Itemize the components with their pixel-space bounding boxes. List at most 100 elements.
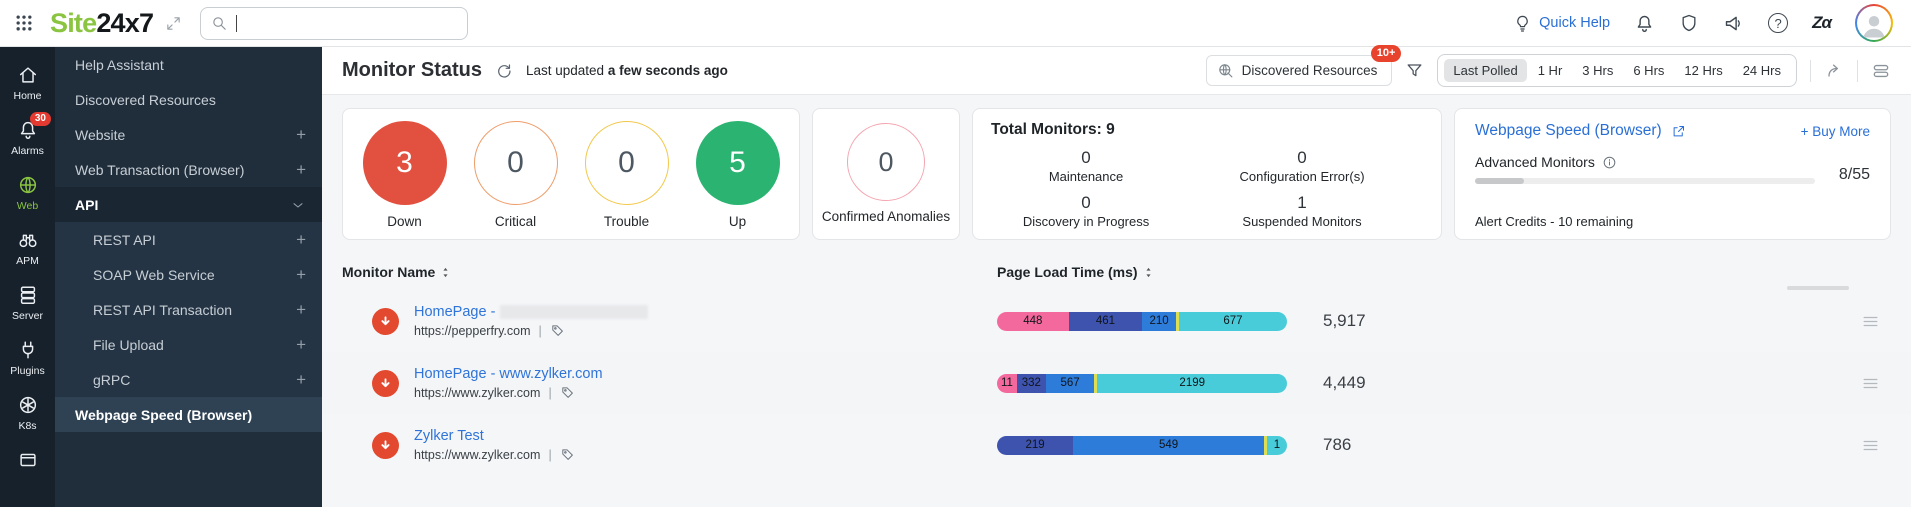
zia-icon[interactable]: Zα	[1812, 13, 1832, 33]
tag-icon[interactable]	[560, 447, 575, 462]
status-critical[interactable]: 0 Critical	[473, 121, 558, 230]
monitor-name-link[interactable]: HomePage - www.zylker.com	[414, 366, 603, 382]
buy-more-link[interactable]: + Buy More	[1801, 124, 1870, 139]
state-label: Discovery in Progress	[1022, 214, 1150, 229]
filter-icon[interactable]	[1405, 61, 1424, 80]
topbar: Site24x7 Quick Help ? Zα	[0, 0, 1911, 47]
status-down[interactable]: 3 Down	[362, 121, 447, 230]
site24x7-logo[interactable]: Site24x7	[50, 8, 154, 39]
sidebar-item-discovered-resources[interactable]: Discovered Resources	[55, 82, 322, 117]
monitor-name-link[interactable]: Zylker Test	[414, 428, 575, 444]
bar-segment-blue: 210	[1142, 311, 1176, 331]
sidebar-item-grpc[interactable]: gRPC +	[55, 362, 322, 397]
separator: |	[538, 323, 542, 338]
add-monitor-plus-icon[interactable]: +	[296, 265, 306, 285]
rail-item-server[interactable]: Server	[0, 275, 55, 330]
sidebar-item-label: API	[75, 196, 99, 213]
time-range-12-hrs[interactable]: 12 Hrs	[1675, 59, 1731, 82]
add-monitor-plus-icon[interactable]: +	[296, 300, 306, 320]
page-load-stacked-bar: 448 461 210 677	[997, 311, 1287, 331]
info-icon[interactable]	[1602, 155, 1617, 170]
hamburger-icon	[1861, 436, 1880, 455]
sidebar-item-webpage-speed-browser[interactable]: Webpage Speed (Browser)	[55, 397, 322, 432]
rail-item-label: Server	[12, 310, 43, 322]
row-menu-button[interactable]	[1849, 374, 1891, 393]
sidebar-item-web-transaction-browser[interactable]: Web Transaction (Browser) +	[55, 152, 322, 187]
monitor-name-cell: HomePage - www.zylker.com https://www.zyl…	[342, 366, 997, 400]
sidebar-item-rest-api-transaction[interactable]: REST API Transaction +	[55, 292, 322, 327]
bar-segment-blue: 549	[1073, 435, 1264, 455]
confirmed-anomalies-card[interactable]: 0 Confirmed Anomalies	[812, 108, 960, 240]
status-trouble[interactable]: 0 Trouble	[584, 121, 669, 230]
monitor-name-cell: HomePage - https://pepperfry.com |	[342, 304, 997, 338]
discovered-resources-button[interactable]: Discovered Resources 10+	[1205, 45, 1402, 86]
tag-icon[interactable]	[560, 385, 575, 400]
sidebar-item-file-upload[interactable]: File Upload +	[55, 327, 322, 362]
status-count-circle: 0	[473, 121, 558, 205]
monitor-state-grid: 0 Maintenance 0 Configuration Error(s) 0 Disc…	[991, 148, 1423, 229]
row-menu-button[interactable]	[1849, 312, 1891, 331]
rail-item-plugins[interactable]: Plugins	[0, 330, 55, 385]
column-monitor-name[interactable]: Monitor Name	[342, 264, 435, 280]
status-label: Down	[387, 214, 422, 229]
row-menu-button[interactable]	[1849, 436, 1891, 455]
search-input[interactable]	[245, 14, 458, 32]
quick-help-button[interactable]: Quick Help	[1513, 14, 1610, 33]
sidebar-item-api[interactable]: API	[55, 187, 322, 222]
add-monitor-plus-icon[interactable]: +	[296, 230, 306, 250]
add-monitor-plus-icon[interactable]: +	[296, 335, 306, 355]
status-up[interactable]: 5 Up	[695, 121, 780, 230]
table-header: Monitor Name Page Load Time (ms)	[342, 256, 1891, 282]
shield-icon[interactable]	[1679, 13, 1699, 33]
discovery-globe-icon	[1217, 62, 1234, 79]
separator: |	[548, 385, 552, 400]
share-icon[interactable]	[1824, 61, 1844, 81]
monitor-name-link[interactable]: HomePage -	[414, 304, 649, 320]
rail-item-label: Web	[16, 200, 39, 212]
layout-rows-icon[interactable]	[1871, 61, 1891, 81]
rail-item-alarms[interactable]: 30 Alarms	[0, 110, 55, 165]
time-range-1-hr[interactable]: 1 Hr	[1529, 59, 1572, 82]
sort-icon[interactable]	[440, 266, 451, 279]
sidebar-item-website[interactable]: Website +	[55, 117, 322, 152]
rail-item-web[interactable]: Web	[0, 165, 55, 220]
state-value: 0	[1297, 148, 1307, 167]
webpage-speed-link[interactable]: Webpage Speed (Browser)	[1475, 122, 1686, 140]
time-range-24-hrs[interactable]: 24 Hrs	[1734, 59, 1790, 82]
alarm-count-badge: 30	[29, 112, 51, 126]
time-range-3-hrs[interactable]: 3 Hrs	[1573, 59, 1622, 82]
announcements-megaphone-icon[interactable]	[1723, 13, 1744, 34]
rail-item-home[interactable]: Home	[0, 55, 55, 110]
sidebar-item-rest-api[interactable]: REST API +	[55, 222, 322, 257]
avatar[interactable]	[1855, 4, 1893, 42]
expand-icon[interactable]	[165, 15, 182, 32]
status-summary-card: 3 Down 0 Critical 0 Trouble 5 Up	[342, 108, 800, 240]
rail-item-k8s[interactable]: K8s	[0, 385, 55, 440]
sidebar-item-help-assistant[interactable]: Help Assistant	[55, 47, 322, 82]
plan-usage-card: Webpage Speed (Browser) + Buy More Advan…	[1454, 108, 1891, 240]
rail-item-apm[interactable]: APM	[0, 220, 55, 275]
status-count-circle: 5	[695, 121, 780, 205]
app-grid-icon[interactable]	[14, 13, 34, 33]
add-monitor-plus-icon[interactable]: +	[296, 160, 306, 180]
refresh-icon[interactable]	[495, 62, 513, 80]
total-monitors-card: Total Monitors: 9 0 Maintenance 0 Configura…	[972, 108, 1442, 240]
page-load-total: 4,449	[1323, 373, 1366, 392]
rail-item-label: Home	[13, 90, 42, 102]
content-header: Monitor Status Last updated a few second…	[322, 45, 1911, 95]
add-monitor-plus-icon[interactable]: +	[296, 125, 306, 145]
sort-icon[interactable]	[1143, 266, 1154, 279]
bar-segment-navy: 219	[997, 435, 1074, 455]
rail-item-label: APM	[16, 255, 39, 267]
tag-icon[interactable]	[550, 323, 565, 338]
time-range-6-hrs[interactable]: 6 Hrs	[1624, 59, 1673, 82]
bar-segment-cyan: 2199	[1097, 373, 1287, 393]
global-search[interactable]	[200, 6, 469, 40]
add-monitor-plus-icon[interactable]: +	[296, 370, 306, 390]
notifications-bell-icon[interactable]	[1634, 13, 1655, 34]
time-range-last-polled[interactable]: Last Polled	[1444, 59, 1527, 82]
column-page-load-time[interactable]: Page Load Time (ms)	[997, 264, 1138, 280]
sidebar-item-soap-web-service[interactable]: SOAP Web Service +	[55, 257, 322, 292]
help-icon[interactable]: ?	[1768, 13, 1789, 33]
rail-item-browser[interactable]	[0, 440, 55, 483]
